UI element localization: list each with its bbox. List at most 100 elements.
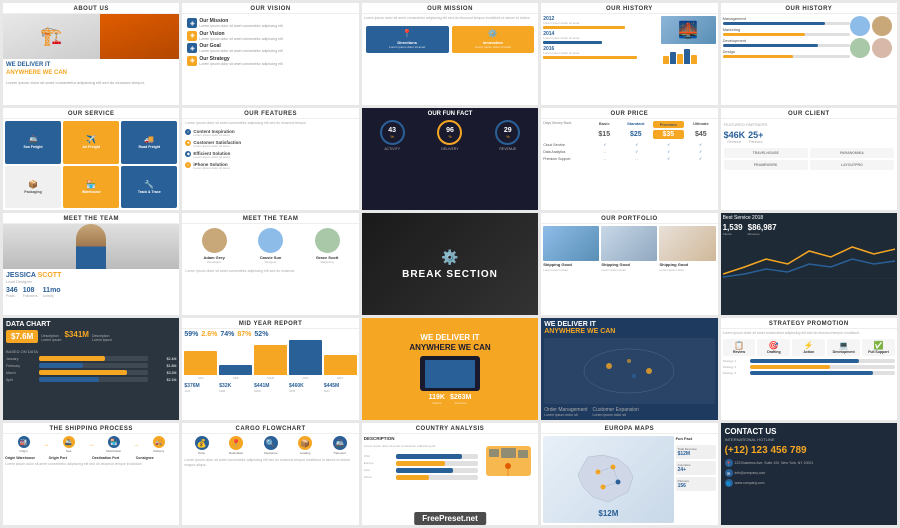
strategy-desc: Lorem ipsum dolor sit amet consectetur a… xyxy=(723,331,895,336)
funfact-title: OUR FUN FACT xyxy=(365,111,535,117)
service-icon-3: 🚚 xyxy=(144,135,154,144)
slide-title: COUNTRY ANALYSIS xyxy=(362,423,538,434)
slide-about-us: ABOUT US 🏗️ WE DELIVER ITANYWHERE WE CAN… xyxy=(3,3,179,105)
client-logo-4: LAYOUTPRO xyxy=(810,160,894,170)
about-text-block: WE DELIVER ITANYWHERE WE CAN Lorem ipsum… xyxy=(3,59,179,88)
vision-item-2: ◈ Our Vision Lorem ipsum dolor sit amet … xyxy=(187,31,353,42)
mission-box-body-2: Lorem ipsum dolor sit amet xyxy=(475,46,511,50)
feature-text-1: Content Inspiration Lorem ipsum dolor si… xyxy=(193,129,355,138)
slide-title: MEET THE TEAM xyxy=(3,213,179,224)
shipping-icon-4: 🚚 xyxy=(153,436,165,448)
team1-stat-1: 346 Posts xyxy=(6,287,18,298)
watermark: FreePreset.net xyxy=(414,512,486,525)
tier-premium: Premium xyxy=(653,121,685,128)
mission-icon-2: ⚙️ xyxy=(488,29,498,38)
progress-label-4: Design xyxy=(723,49,850,54)
team-photo-2 xyxy=(872,16,892,36)
datachart-based-label: BASED ON DATA xyxy=(6,349,176,354)
deliver1-content: WE DELIVER ITANYWHERE WE CAN 119K Client… xyxy=(362,318,538,420)
ship-label-4: Consignee xyxy=(136,456,178,460)
feature-dot-icon-3: ◆ xyxy=(187,151,190,156)
service-icon-5: 🏪 xyxy=(86,180,96,189)
country-bar-1: USA xyxy=(364,454,478,459)
team-photo-3 xyxy=(850,38,870,58)
contact-email: info@company.com xyxy=(735,471,766,475)
about-hero-image: 🏗️ xyxy=(3,14,179,59)
client-stat-2: 25+ Partners xyxy=(748,130,763,144)
shipping-step-1: 🏭 Origin xyxy=(5,436,42,453)
strategy-item-2: 🎯 Drafting xyxy=(757,339,790,356)
landscape-icon: 🌉 xyxy=(678,20,698,40)
datachart-bar-row-4: April $2.1M xyxy=(6,377,176,382)
break-title: BREAK SECTION xyxy=(402,269,498,280)
shipping-arrow-1: → xyxy=(43,442,49,448)
funfact-item-3: 29 % REVENUE xyxy=(480,120,535,151)
vision-item-4: ◈ Our Strategy Lorem ipsum dolor sit ame… xyxy=(187,56,353,67)
portfolio-img-2 xyxy=(601,226,657,261)
strategy-content: Lorem ipsum dolor sit amet consectetur a… xyxy=(721,329,897,377)
feature-dot-icon-1: ✓ xyxy=(187,129,190,134)
country-bars: DESCRIPTION Lorem ipsum dolor sit amet c… xyxy=(364,436,478,496)
strategy-item-1: 📋 Review xyxy=(723,339,756,356)
europa-revenue: $12M xyxy=(598,509,618,518)
mission-box-body-1: Lorem ipsum dolor sit amet xyxy=(389,46,425,50)
slide-europa-maps: EUROPA MAPS $12M Fun Fact xyxy=(541,423,717,525)
funfact-label-3: REVENUE xyxy=(480,147,535,151)
contact-address-row: 📍 123 Business Ave, Suite 100, New York,… xyxy=(725,459,893,467)
cargo-icon-4: 📦 Loading xyxy=(298,436,312,455)
slide-our-mission: OUR MISSION Lorem ipsum dolor sit amet c… xyxy=(362,3,538,105)
price-row-1: Cloud Service ✓ ✓ ✓ ✓ xyxy=(543,142,715,147)
contact-email-row: ✉ info@company.com xyxy=(725,469,893,477)
shipping-icon-3: 🏪 xyxy=(108,436,120,448)
team1-content: JESSICA SCOTT Lead Designer 346 Posts 10… xyxy=(3,224,179,315)
portfolio-label-3: Shipping Good xyxy=(659,262,715,267)
europa-details: Fun Fact Total Revenue $12M Countries 24… xyxy=(676,436,716,523)
strategy-bar-1: Strategy 1 xyxy=(723,359,895,363)
history1-content: 2012 Lorem ipsum dolor sit amet 2014 Lor… xyxy=(541,14,717,105)
funfact-circle-1: 43 % xyxy=(380,120,405,145)
portfolio-label-2: Shipping Good xyxy=(601,262,657,267)
chart-bar-2 xyxy=(670,52,676,64)
usa-map-svg xyxy=(481,436,536,491)
deliver2-stats: Order Management Lorem ipsum dolor sit C… xyxy=(544,407,714,417)
mission-desc: Lorem ipsum dolor sit amet consectetur a… xyxy=(364,16,536,21)
feature-item-1: ✓ Content Inspiration Lorem ipsum dolor … xyxy=(185,129,355,138)
contact-web-row: 🌐 www.company.com xyxy=(725,479,893,487)
slide-title: OUR PRICE xyxy=(541,108,717,119)
vision-icon-3: ◈ xyxy=(187,43,197,53)
slide-meet-team-2: MEET THE TEAM Adam Grey Developer Cassie… xyxy=(182,213,358,315)
email-icon: ✉ xyxy=(725,469,733,477)
strategy-item-label-3: Action xyxy=(794,350,823,354)
midyear-stat-4: $460K APR xyxy=(289,383,322,393)
deliver2-headline: WE DELIVER ITANYWHERE WE CAN xyxy=(544,321,714,335)
slide-title: OUR VISION xyxy=(182,3,358,14)
datachart-val-2: $341M xyxy=(64,330,88,346)
strategy-icon-3: ⚡ xyxy=(794,341,823,350)
bar-group-5: MAY xyxy=(324,355,357,380)
shipping-step-3: 🏪 Distribution xyxy=(95,436,132,453)
feature-item-4: ✓ iPhone Solution Lorem ipsum dolor sit … xyxy=(185,162,355,171)
country-map xyxy=(481,436,536,496)
cargo-icon-1: 💰 Price xyxy=(195,436,209,455)
slide-our-service: OUR SERVICE 🚢 Sea Freight ✈️ Air Freight… xyxy=(3,108,179,210)
strategy-items: 📋 Review 🎯 Drafting ⚡ Action 💻 Developme… xyxy=(723,339,895,356)
midyear-percentages: 59% 2.6% 74% 87% 52% xyxy=(184,331,356,338)
slide-our-vision: OUR VISION ◈ Our Mission Lorem ipsum dol… xyxy=(182,3,358,105)
vision-body-3: Lorem ipsum dolor sit amet consectetur a… xyxy=(199,49,353,54)
about-body-text: Lorem ipsum dolor sit amet consectetur a… xyxy=(6,80,176,86)
portfolio-item-1: Shipping Good Lorem ipsum dolor xyxy=(543,226,599,272)
price-val-1: $15 xyxy=(589,131,619,138)
slide-meet-team-1: MEET THE TEAM JESSICA SCOTT Lead Designe… xyxy=(3,213,179,315)
service-label-2: Air Freight xyxy=(82,145,100,149)
about-tagline-highlight: ANYWHERE WE CAN xyxy=(6,70,67,76)
cargo-icon-3: 🔍 Clearance xyxy=(264,436,278,455)
strategy-bar-3: Strategy 3 xyxy=(723,371,895,375)
line-chart-svg xyxy=(723,239,895,279)
shipping-arrow-3: → xyxy=(133,442,139,448)
service-box-3: 🚚 Road Freight xyxy=(121,121,177,164)
mission-content: Lorem ipsum dolor sit amet consectetur a… xyxy=(362,14,538,105)
vision-items: ◈ Our Mission Lorem ipsum dolor sit amet… xyxy=(185,16,355,68)
vision-text-1: Our Mission Lorem ipsum dolor sit amet c… xyxy=(199,18,353,29)
history1-year-1: 2012 Lorem ipsum dolor sit amet xyxy=(543,16,660,29)
midyear-stat-5: $445M MAY xyxy=(324,383,357,393)
